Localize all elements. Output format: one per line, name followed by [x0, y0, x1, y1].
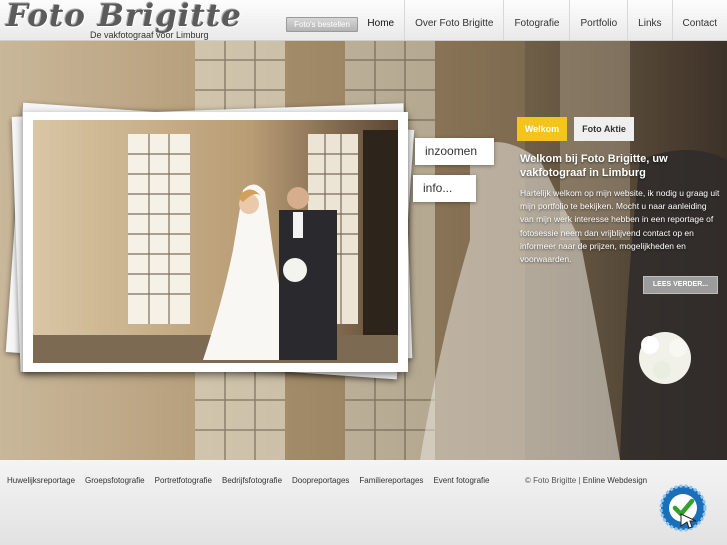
wedding-photo-image [33, 120, 398, 363]
info-button[interactable]: info... [413, 175, 476, 202]
footer-link-bedrijfsfotografie[interactable]: Bedrijfsfotografie [222, 476, 282, 485]
welcome-heading: Welkom bij Foto Brigitte, uw vakfotograa… [520, 153, 668, 179]
logo-title: Foto Brigitte [6, 0, 242, 34]
nav-item-over[interactable]: Over Foto Brigitte [404, 0, 503, 40]
footer-link-huwelijksreportage[interactable]: Huwelijksreportage [7, 476, 75, 485]
footer-link-portretfotografie[interactable]: Portretfotografie [155, 476, 212, 485]
zoom-button[interactable]: inzoomen [415, 138, 494, 165]
site-footer: Huwelijksreportage Groepsfotografie Port… [0, 460, 727, 545]
read-more-button[interactable]: LEES VERDER... [643, 276, 718, 294]
footer-link-groepsfotografie[interactable]: Groepsfotografie [85, 476, 145, 485]
featured-photo[interactable] [23, 112, 408, 372]
footer-link-familiereportages[interactable]: Familiereportages [359, 476, 423, 485]
tab-foto-aktie[interactable]: Foto Aktie [574, 117, 634, 141]
checkmark-badge-icon[interactable] [659, 484, 707, 532]
nav-item-fotografie[interactable]: Fotografie [503, 0, 569, 40]
nav-item-contact[interactable]: Contact [671, 0, 727, 40]
hero-banner: inzoomen info... Welkom Foto Aktie Welko… [0, 40, 727, 460]
nav-item-links[interactable]: Links [627, 0, 671, 40]
footer-link-doopreportages[interactable]: Doopreportages [292, 476, 349, 485]
copyright: © Foto Brigitte | Enline Webdesign [525, 476, 647, 485]
site-logo[interactable]: Foto Brigitte De vakfotograaf voor Limbu… [6, 0, 241, 40]
site-header: Foto Brigitte De vakfotograaf voor Limbu… [0, 0, 727, 41]
welcome-text: Hartelijk welkom op mijn website, ik nod… [520, 188, 720, 265]
footer-link-event-fotografie[interactable]: Event fotografie [433, 476, 489, 485]
copyright-text: © Foto Brigitte | [525, 476, 583, 485]
tab-welkom[interactable]: Welkom [517, 117, 567, 141]
webdesign-link[interactable]: Enline Webdesign [583, 476, 647, 485]
footer-links: Huwelijksreportage Groepsfotografie Port… [7, 476, 499, 485]
order-photos-button[interactable]: Foto's bestellen [286, 17, 358, 32]
nav-item-home[interactable]: Home [357, 0, 404, 40]
nav-item-portfolio[interactable]: Portfolio [569, 0, 627, 40]
main-nav: Home Over Foto Brigitte Fotografie Portf… [357, 0, 727, 40]
logo-subtitle: De vakfotograaf voor Limburg [90, 30, 209, 40]
